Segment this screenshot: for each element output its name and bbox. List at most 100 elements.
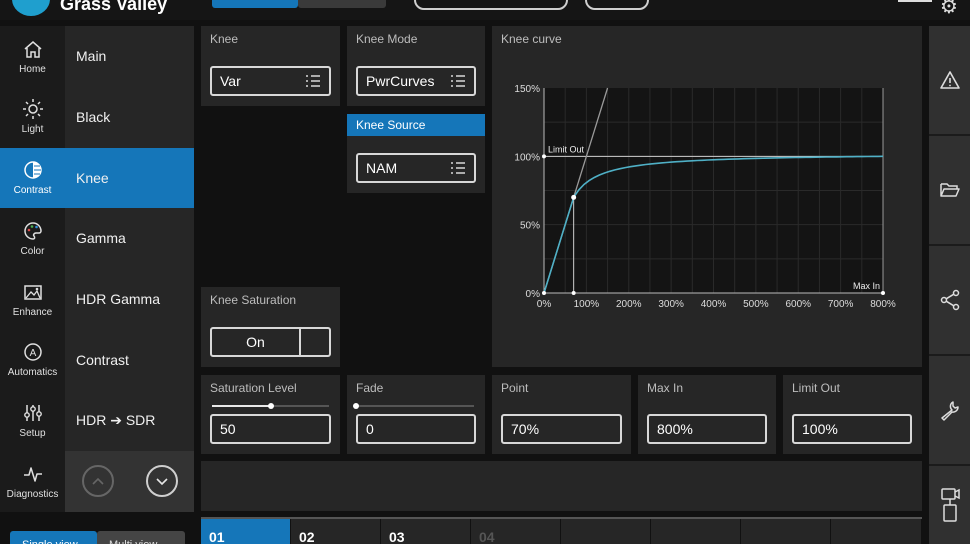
chevron-down-icon bbox=[156, 478, 168, 486]
nav-item-setup[interactable]: Setup bbox=[0, 391, 65, 451]
sun-icon bbox=[22, 99, 43, 120]
nav-item-light[interactable]: Light bbox=[0, 87, 65, 147]
camera-link-icon bbox=[940, 488, 960, 522]
slider-knob[interactable] bbox=[267, 403, 274, 409]
max-in-input[interactable]: 800% bbox=[647, 414, 767, 444]
slider-fill bbox=[212, 405, 271, 407]
folder-button[interactable] bbox=[929, 136, 970, 244]
pulse-icon bbox=[23, 467, 42, 482]
top-tab-active[interactable] bbox=[212, 0, 298, 8]
submenu-item[interactable]: Contrast bbox=[65, 330, 194, 390]
knee-source-value: NAM bbox=[366, 160, 398, 176]
max-in-value: 800% bbox=[657, 421, 693, 437]
channel-tab[interactable]: 01 bbox=[201, 519, 290, 544]
channel-tab-empty[interactable] bbox=[831, 519, 921, 544]
nav-item-label: Diagnostics bbox=[6, 488, 59, 500]
knee-curve-panel: Knee curve 0% 100% 200% 300% 400% 500% 600% 700… bbox=[492, 26, 922, 367]
knee-saturation-value: On bbox=[212, 329, 301, 355]
camera-link-button[interactable] bbox=[929, 466, 970, 544]
knee-point-marker[interactable] bbox=[571, 194, 577, 200]
saturation-level-slider[interactable] bbox=[212, 403, 329, 409]
single-view-button[interactable]: Single view bbox=[10, 531, 97, 544]
x-tick-label: 400% bbox=[701, 299, 727, 310]
tools-button[interactable] bbox=[929, 356, 970, 464]
nav-item-diagnostics[interactable]: Diagnostics bbox=[0, 451, 65, 511]
top-small-pill-button[interactable] bbox=[585, 0, 649, 10]
submenu-item[interactable]: HDR ➔ SDR bbox=[65, 391, 194, 451]
channel-tab[interactable]: 02 bbox=[291, 519, 380, 544]
knee-panel: Knee Var bbox=[201, 26, 340, 106]
channel-tab-empty[interactable] bbox=[741, 519, 830, 544]
submenu-item[interactable]: Gamma bbox=[65, 208, 194, 268]
contrast-icon bbox=[23, 161, 42, 179]
knee-select[interactable]: Var bbox=[210, 66, 331, 96]
knee-source-panel: Knee Source NAM bbox=[347, 114, 485, 193]
x-tick-label: 100% bbox=[574, 299, 600, 310]
point-input[interactable]: 70% bbox=[501, 414, 622, 444]
nav-item-contrast[interactable]: Contrast bbox=[0, 147, 65, 208]
saturation-level-input[interactable]: 50 bbox=[210, 414, 331, 444]
knee-mode-select[interactable]: PwrCurves bbox=[356, 66, 476, 96]
top-tab[interactable] bbox=[298, 0, 386, 8]
y-tick-label: 100% bbox=[514, 152, 540, 163]
channel-tab[interactable]: 03 bbox=[381, 519, 470, 544]
knee-curve-chart: 0% 100% 200% 300% 400% 500% 600% 700% 800% 0% 50% 1… bbox=[514, 84, 895, 310]
x-tick-label: 700% bbox=[828, 299, 854, 310]
submenu-item[interactable]: Black bbox=[65, 87, 194, 147]
slider-rest bbox=[270, 405, 329, 407]
nav-item-color[interactable]: Color bbox=[0, 208, 65, 268]
submenu-item[interactable]: HDR Gamma bbox=[65, 269, 194, 329]
submenu-item[interactable]: Main bbox=[65, 26, 194, 86]
svg-text:A: A bbox=[29, 348, 36, 359]
fade-input[interactable]: 0 bbox=[356, 414, 476, 444]
nav-item-label: Light bbox=[21, 124, 44, 136]
knee-title: Knee bbox=[210, 32, 239, 46]
message-strip bbox=[201, 461, 922, 511]
page-up-button[interactable] bbox=[82, 465, 114, 497]
knee-point-axis-marker bbox=[571, 291, 576, 295]
nav-item-automatics[interactable]: A Automatics bbox=[0, 330, 65, 390]
y-tick-label: 50% bbox=[520, 221, 540, 232]
channel-tab-empty[interactable] bbox=[561, 519, 650, 544]
slider-rest bbox=[356, 405, 474, 407]
limit-out-title: Limit Out bbox=[792, 381, 841, 395]
fade-value: 0 bbox=[366, 421, 374, 437]
x-tick-label: 600% bbox=[785, 299, 811, 310]
menu-icon[interactable] bbox=[898, 0, 932, 2]
top-pill-button[interactable] bbox=[414, 0, 568, 10]
knee-saturation-toggle[interactable]: On bbox=[210, 327, 331, 357]
image-enhance-icon bbox=[23, 284, 42, 300]
channel-tab[interactable]: 04 bbox=[471, 519, 560, 544]
y-tick-label: 150% bbox=[514, 84, 540, 95]
knee-value: Var bbox=[220, 73, 241, 89]
slider-knob[interactable] bbox=[353, 403, 359, 409]
max-in-annotation: Max In bbox=[853, 281, 880, 291]
share-button[interactable] bbox=[929, 246, 970, 354]
wrench-icon bbox=[940, 401, 959, 421]
nav-item-label: Automatics bbox=[7, 367, 58, 379]
page-down-button[interactable] bbox=[146, 465, 178, 497]
nav-item-enhance[interactable]: Enhance bbox=[0, 269, 65, 329]
knee-source-select[interactable]: NAM bbox=[356, 153, 476, 183]
nav-item-label: Contrast bbox=[13, 185, 52, 196]
nav-item-label: Color bbox=[20, 245, 45, 257]
channel-tab-empty[interactable] bbox=[651, 519, 740, 544]
knee-source-title: Knee Source bbox=[347, 114, 485, 136]
warning-button[interactable] bbox=[929, 26, 970, 134]
gear-icon[interactable]: ⚙ bbox=[940, 0, 958, 19]
automatics-icon: A bbox=[23, 343, 42, 361]
point-panel: Point 70% bbox=[492, 375, 631, 454]
share-icon bbox=[940, 289, 959, 311]
fade-slider[interactable] bbox=[353, 403, 474, 409]
point-value: 70% bbox=[511, 421, 540, 437]
list-icon bbox=[306, 75, 320, 87]
multi-view-button[interactable]: Multi view bbox=[97, 531, 185, 544]
nav-item-home[interactable]: Home bbox=[0, 26, 65, 86]
limit-out-input[interactable]: 100% bbox=[792, 414, 912, 444]
limit-out-annotation: Limit Out bbox=[548, 144, 585, 154]
limit-out-panel: Limit Out 100% bbox=[783, 375, 922, 454]
list-icon bbox=[451, 75, 465, 87]
submenu-item[interactable]: Knee bbox=[65, 147, 194, 208]
submenu-pager bbox=[65, 451, 194, 512]
fade-title: Fade bbox=[356, 381, 384, 395]
